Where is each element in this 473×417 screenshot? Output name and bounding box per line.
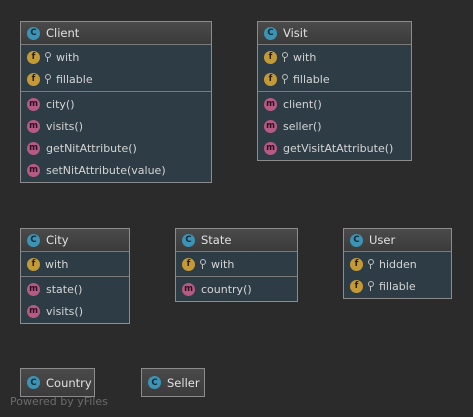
method-icon: m	[27, 304, 40, 318]
method-icon: m	[264, 119, 277, 133]
field-icon: f	[350, 257, 363, 271]
field-row[interactable]: f fillable	[258, 68, 411, 90]
class-header[interactable]: C Seller	[142, 369, 204, 396]
class-icon: C	[350, 233, 363, 247]
key-icon	[368, 259, 374, 269]
method-name: city()	[46, 97, 75, 111]
fields-section: f with f fillable	[21, 45, 211, 92]
class-state[interactable]: C State f with m country()	[175, 228, 298, 302]
class-header[interactable]: C Client	[21, 22, 211, 45]
key-icon	[200, 259, 206, 269]
fields-section: f with	[21, 252, 129, 277]
field-name: fillable	[379, 279, 416, 293]
method-icon: m	[27, 97, 40, 111]
key-icon	[45, 74, 51, 84]
field-icon: f	[27, 50, 40, 64]
method-icon: m	[27, 163, 40, 177]
class-icon: C	[27, 376, 40, 389]
class-icon: C	[264, 26, 277, 40]
method-name: country()	[201, 282, 252, 296]
method-name: setNitAttribute(value)	[46, 163, 166, 177]
method-row[interactable]: m client()	[258, 93, 411, 115]
field-row[interactable]: f fillable	[344, 275, 451, 297]
class-user[interactable]: C User f hidden f fillable	[343, 228, 452, 299]
field-name: with	[56, 50, 80, 64]
field-row[interactable]: f with	[258, 46, 411, 68]
field-icon: f	[182, 257, 195, 271]
class-icon: C	[27, 26, 40, 40]
class-icon: C	[182, 233, 195, 247]
key-icon	[368, 281, 374, 291]
method-name: state()	[46, 282, 83, 296]
methods-section: m country()	[176, 277, 297, 301]
method-row[interactable]: m seller()	[258, 115, 411, 137]
method-row[interactable]: m getNitAttribute()	[21, 137, 211, 159]
method-row[interactable]: m country()	[176, 278, 297, 300]
method-name: visits()	[46, 119, 83, 133]
method-name: getVisitAtAttribute()	[283, 141, 394, 155]
class-header[interactable]: C Country	[21, 369, 94, 396]
class-header[interactable]: C User	[344, 229, 451, 252]
fields-section: f with f fillable	[258, 45, 411, 92]
key-icon	[45, 52, 51, 62]
field-name: with	[293, 50, 317, 64]
method-row[interactable]: m getVisitAtAttribute()	[258, 137, 411, 159]
field-icon: f	[350, 279, 363, 293]
method-icon: m	[264, 141, 277, 155]
class-name: State	[201, 233, 232, 247]
field-row[interactable]: f fillable	[21, 68, 211, 90]
method-name: client()	[283, 97, 322, 111]
method-icon: m	[264, 97, 277, 111]
method-icon: m	[27, 282, 40, 296]
field-row[interactable]: f with	[176, 253, 297, 275]
field-row[interactable]: f with	[21, 253, 129, 275]
class-client[interactable]: C Client f with f fillable m city() m vi…	[20, 21, 212, 183]
class-icon: C	[27, 233, 40, 247]
class-country[interactable]: C Country	[20, 368, 95, 397]
method-name: getNitAttribute()	[46, 141, 137, 155]
class-name: Seller	[167, 375, 200, 390]
fields-section: f hidden f fillable	[344, 252, 451, 298]
class-name: Visit	[283, 26, 308, 40]
class-name: City	[46, 233, 69, 247]
field-name: fillable	[293, 72, 330, 86]
field-icon: f	[27, 257, 40, 271]
class-name: Client	[46, 26, 80, 40]
field-name: fillable	[56, 72, 93, 86]
key-icon	[282, 52, 288, 62]
class-name: User	[369, 233, 396, 247]
class-city[interactable]: C City f with m state() m visits()	[20, 228, 130, 324]
methods-section: m city() m visits() m getNitAttribute() …	[21, 92, 211, 182]
class-header[interactable]: C City	[21, 229, 129, 252]
field-row[interactable]: f hidden	[344, 253, 451, 275]
method-row[interactable]: m visits()	[21, 115, 211, 137]
method-row[interactable]: m city()	[21, 93, 211, 115]
methods-section: m client() m seller() m getVisitAtAttrib…	[258, 92, 411, 160]
field-icon: f	[264, 72, 277, 86]
field-name: hidden	[379, 257, 417, 271]
method-name: visits()	[46, 304, 83, 318]
method-name: seller()	[283, 119, 322, 133]
field-icon: f	[27, 72, 40, 86]
method-row[interactable]: m setNitAttribute(value)	[21, 159, 211, 181]
method-icon: m	[182, 282, 195, 296]
method-icon: m	[27, 119, 40, 133]
method-icon: m	[27, 141, 40, 155]
field-row[interactable]: f with	[21, 46, 211, 68]
field-icon: f	[264, 50, 277, 64]
method-row[interactable]: m visits()	[21, 300, 129, 322]
class-header[interactable]: C Visit	[258, 22, 411, 45]
method-row[interactable]: m state()	[21, 278, 129, 300]
class-seller[interactable]: C Seller	[141, 368, 205, 397]
watermark: Powered by yFiles	[10, 395, 108, 408]
field-name: with	[45, 257, 69, 271]
methods-section: m state() m visits()	[21, 277, 129, 323]
fields-section: f with	[176, 252, 297, 277]
class-header[interactable]: C State	[176, 229, 297, 252]
class-icon: C	[148, 376, 161, 389]
field-name: with	[211, 257, 235, 271]
key-icon	[282, 74, 288, 84]
class-visit[interactable]: C Visit f with f fillable m client() m s…	[257, 21, 412, 161]
class-name: Country	[46, 375, 92, 390]
